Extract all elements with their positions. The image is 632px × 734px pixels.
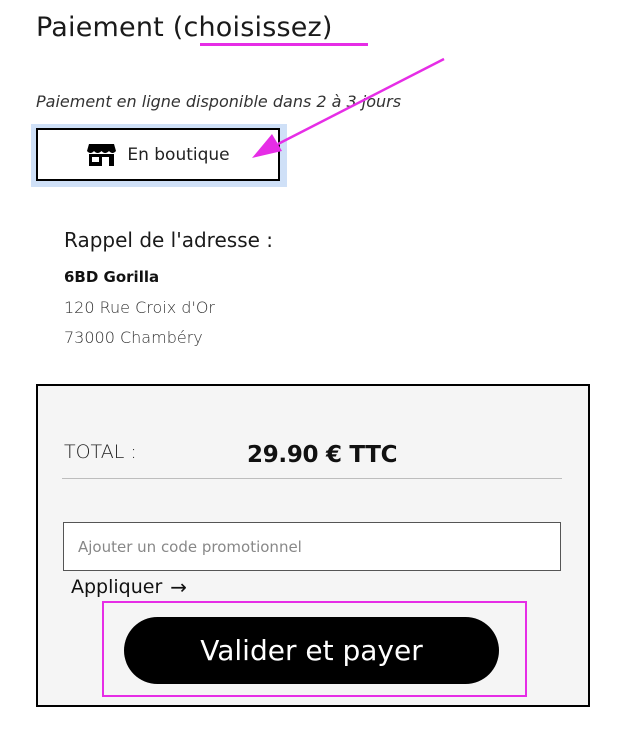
in-store-label: En boutique: [127, 144, 230, 165]
payment-title: Paiement (choisissez): [36, 12, 333, 43]
address-city: 73000 Chambéry: [64, 328, 203, 347]
shop-name: 6BD Gorilla: [64, 268, 160, 286]
arrow-right-icon: →: [170, 575, 188, 599]
total-value: 29.90 € TTC: [247, 442, 398, 468]
validate-and-pay-button[interactable]: Valider et payer: [124, 617, 499, 684]
apply-promo-link[interactable]: Appliquer →: [71, 576, 187, 598]
promo-code-input[interactable]: [63, 522, 561, 571]
summary-divider: [62, 478, 562, 479]
annotation-underline: [200, 43, 368, 46]
apply-label: Appliquer: [71, 576, 163, 598]
address-recap-title: Rappel de l'adresse :: [64, 228, 274, 252]
address-street: 120 Rue Croix d'Or: [64, 298, 216, 317]
store-icon: [86, 143, 117, 167]
total-label: TOTAL :: [64, 441, 137, 463]
online-payment-notice: Paiement en ligne disponible dans 2 à 3 …: [36, 92, 402, 111]
in-store-payment-option[interactable]: En boutique: [36, 128, 280, 181]
